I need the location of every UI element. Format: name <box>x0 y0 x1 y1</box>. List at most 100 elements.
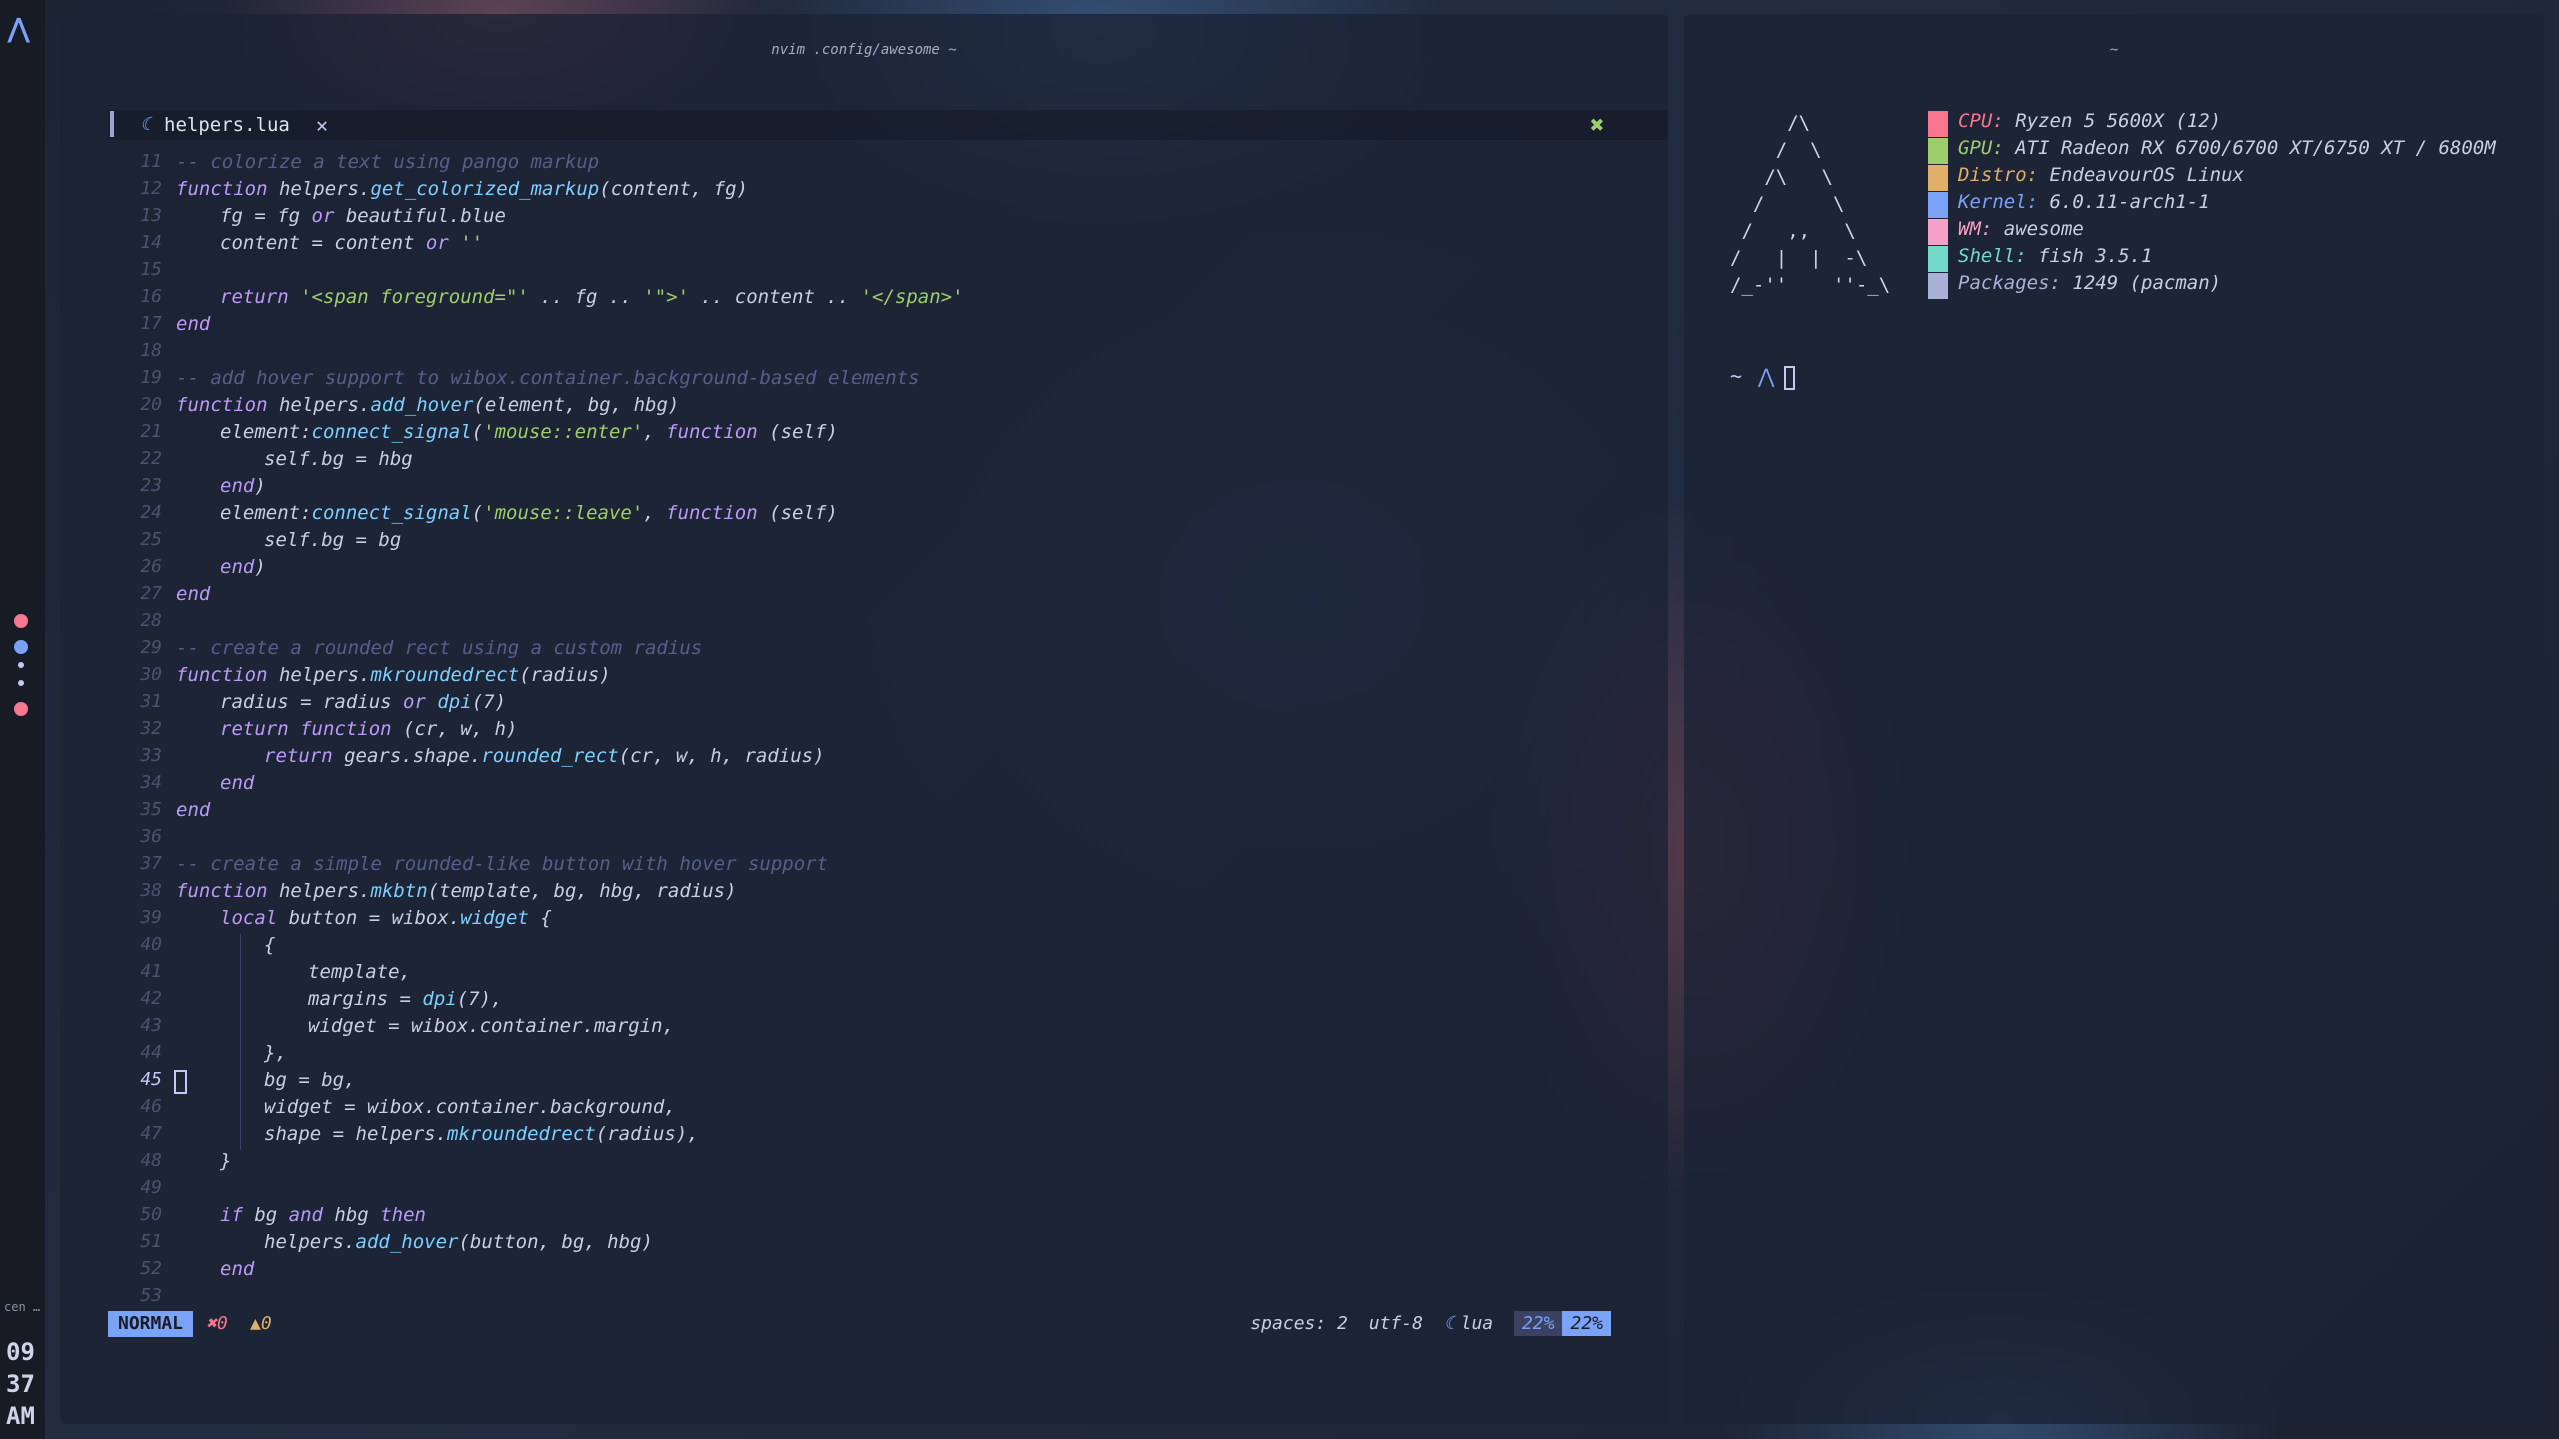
code-text: widget = wibox.container.background, <box>264 1096 676 1118</box>
line-number: 35 <box>140 799 162 820</box>
code-text: fg = fg or beautiful.blue <box>220 205 506 227</box>
code-text: shape = helpers.mkroundedrect(radius), <box>264 1123 699 1145</box>
code-text: } <box>220 1150 232 1172</box>
prompt-cwd: ~ <box>1730 364 1743 388</box>
line-number: 29 <box>140 637 162 658</box>
code-text: end <box>220 1258 255 1280</box>
line-number: 40 <box>140 934 162 955</box>
code-text: self.bg = bg <box>264 529 402 551</box>
lua-icon: ☾ <box>140 114 151 135</box>
code-text: return function (cr, w, h) <box>220 718 518 740</box>
line-number: 24 <box>140 502 162 523</box>
line-number: 30 <box>140 664 162 685</box>
tab-close-icon[interactable]: ✕ <box>316 113 328 137</box>
workspace-dot[interactable] <box>18 662 24 668</box>
tab-marker <box>110 111 114 137</box>
color-swatch <box>1928 111 1948 137</box>
info-value: ATI Radeon RX 6700/6700 XT/6750 XT / 680… <box>2003 137 2496 159</box>
prompt-symbol-icon: ⋀ <box>1758 364 1775 388</box>
workspace-dot[interactable] <box>14 640 28 654</box>
info-value: EndeavourOS Linux <box>2038 164 2244 186</box>
nvim-window[interactable]: nvim .config/awesome ~ ☾ helpers.lua ✕ ✖… <box>60 14 1668 1424</box>
code-text: radius = radius or dpi(7) <box>220 691 507 713</box>
line-number: 32 <box>140 718 162 739</box>
clock-hour: 09 <box>6 1338 35 1366</box>
filetype-info: lua <box>1460 1313 1494 1334</box>
scroll-percent: 22% <box>1513 1311 1563 1336</box>
code-text: local button = wibox.widget { <box>220 907 552 929</box>
distro-ascii-logo: /\ / \ /\ \ / \ / ,, \ / | | -\ /_-'' ''… <box>1730 112 1891 296</box>
line-number: 27 <box>140 583 162 604</box>
color-swatch <box>1928 138 1948 164</box>
code-text: end <box>176 799 211 821</box>
info-value: Ryzen 5 5600X (12) <box>2003 110 2222 132</box>
code-text: function helpers.mkbtn(template, bg, hbg… <box>176 880 737 902</box>
code-text: end) <box>220 475 266 497</box>
line-number: 22 <box>140 448 162 469</box>
indent-guide <box>240 934 241 1150</box>
line-number: 41 <box>140 961 162 982</box>
code-text: -- create a rounded rect using a custom … <box>176 637 703 659</box>
encoding-info: utf-8 <box>1368 1313 1423 1334</box>
code-text: end) <box>220 556 266 578</box>
workspace-dot[interactable] <box>18 680 24 686</box>
lua-icon: ☾ <box>1443 1313 1455 1334</box>
clock: 09 37 AM <box>6 1336 35 1432</box>
side-bar: ⋀ cen … 09 37 AM <box>0 0 45 1439</box>
indent-info: spaces: 2 <box>1250 1313 1348 1334</box>
line-number: 49 <box>140 1177 162 1198</box>
close-icon[interactable]: ✖ <box>1590 111 1604 139</box>
line-number: 11 <box>140 151 162 172</box>
code-text: -- create a simple rounded-like button w… <box>176 853 829 875</box>
info-key: Distro: <box>1958 164 2039 186</box>
code-text: -- add hover support to wibox.container.… <box>176 367 920 389</box>
code-text: return gears.shape.rounded_rect(cr, w, h… <box>264 745 825 767</box>
code-text: element:connect_signal('mouse::leave', f… <box>220 502 838 524</box>
line-number: 42 <box>140 988 162 1009</box>
line-number: 53 <box>140 1285 162 1306</box>
line-number: 20 <box>140 394 162 415</box>
line-number: 18 <box>140 340 162 361</box>
line-number: 37 <box>140 853 162 874</box>
info-value: awesome <box>1992 218 2084 240</box>
line-number: 44 <box>140 1042 162 1063</box>
color-swatch <box>1928 246 1948 272</box>
line-number: 12 <box>140 178 162 199</box>
line-number: 33 <box>140 745 162 766</box>
tab-helpers-lua[interactable]: helpers.lua <box>164 114 290 136</box>
line-number: 15 <box>140 259 162 280</box>
color-swatch <box>1928 219 1948 245</box>
window-title: nvim .config/awesome ~ <box>771 42 957 58</box>
code-text: template, <box>308 961 411 983</box>
code-text: function helpers.add_hover(element, bg, … <box>176 394 680 416</box>
tabline <box>108 110 1668 140</box>
code-text: if bg and hbg then <box>220 1204 426 1226</box>
info-value: fish 3.5.1 <box>2026 245 2153 267</box>
info-key: Packages: <box>1958 272 2061 294</box>
code-text: helpers.add_hover(button, bg, hbg) <box>264 1231 653 1253</box>
line-number: 45 <box>140 1069 162 1090</box>
mode-indicator: NORMAL <box>108 1311 194 1337</box>
code-text: function helpers.get_colorized_markup(co… <box>176 178 748 200</box>
line-number: 26 <box>140 556 162 577</box>
arch-launcher-icon[interactable]: ⋀ <box>8 14 29 44</box>
code-text: margins = dpi(7), <box>308 988 503 1010</box>
code-text: end <box>220 772 255 794</box>
code-text: self.bg = hbg <box>264 448 413 470</box>
statusline: NORMAL ✖0 ▲0 spaces: 2 utf-8 ☾ lua 22% 22% <box>108 1311 1668 1339</box>
terminal-window[interactable]: ~ /\ / \ /\ \ / \ / ,, \ / | | -\ /_-'' … <box>1684 14 2544 1424</box>
workspace-dot[interactable] <box>14 614 28 628</box>
line-number: 43 <box>140 1015 162 1036</box>
workspace-dot[interactable] <box>14 702 28 716</box>
line-number: 47 <box>140 1123 162 1144</box>
code-text: return '<span foreground="' .. fg .. '">… <box>220 286 964 308</box>
color-swatch <box>1928 273 1948 299</box>
shell-prompt[interactable]: ~ ⋀ <box>1730 364 1796 390</box>
info-key: Shell: <box>1958 245 2027 267</box>
code-text: widget = wibox.container.margin, <box>308 1015 675 1037</box>
line-number: 25 <box>140 529 162 550</box>
line-number: 36 <box>140 826 162 847</box>
line-number: 48 <box>140 1150 162 1171</box>
error-count: ✖0 <box>206 1313 228 1334</box>
info-key: GPU: <box>1958 137 2004 159</box>
